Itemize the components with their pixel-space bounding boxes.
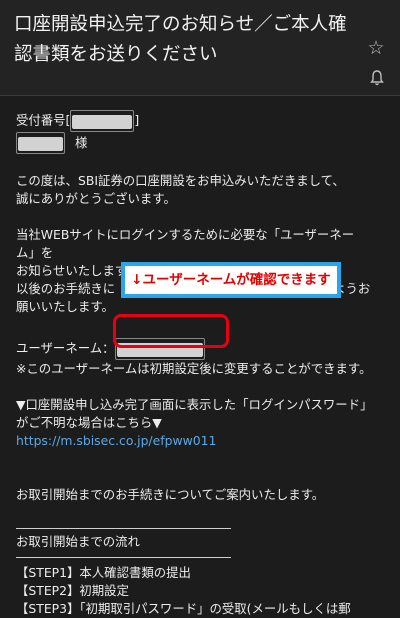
recipient-line: 様 xyxy=(16,132,386,154)
username-intro-line-1: 当社WEBサイトにログインするために必要な「ユーザーネー xyxy=(16,227,355,242)
step-2: 【STEP2】初期設定 xyxy=(16,583,129,598)
step-1: 【STEP1】本人確認書類の提出 xyxy=(16,565,191,580)
divider-bottom xyxy=(16,557,231,558)
username-intro-line-2: ム」を xyxy=(16,245,54,260)
password-line-2: がご不明な場合はこちら▼ xyxy=(16,415,162,430)
receipt-close: ] xyxy=(134,112,140,128)
guide-text: お取引開始までのお手続きについてご案内いたします。 xyxy=(16,487,325,502)
annotation-callout: ↓ユーザーネームが確認できます xyxy=(121,262,341,298)
flow-title: お取引開始までの流れ xyxy=(16,534,140,549)
email-subject: 口座開設申込完了のお知らせ／ご本人確認書類をお送りください xyxy=(14,14,347,65)
receipt-label: 受付番号[ xyxy=(16,112,71,128)
username-highlight-ring xyxy=(113,314,229,348)
bell-icon[interactable] xyxy=(370,70,384,86)
receipt-number-redacted xyxy=(70,110,135,132)
username-intro-line-4-start: 以後のお手続きに xyxy=(16,281,116,296)
password-help-link[interactable]: https://m.sbisec.co.jp/efpww011 xyxy=(16,432,386,450)
username-note: ※このユーザーネームは初期設定後に変更することができます。 xyxy=(16,361,372,376)
username-label: ユーザーネーム： xyxy=(16,340,115,356)
greeting-line-2: 誠にありがとうございます。 xyxy=(16,191,176,206)
recipient-name-redacted xyxy=(16,132,65,154)
greeting-line-1: この度は、SBI証券の口座開設をお申込みいただきまして、 xyxy=(16,173,345,188)
star-icon[interactable]: ☆ xyxy=(366,38,386,58)
email-header: 口座開設申込完了のお知らせ／ご本人確認書類をお送りください ☆ xyxy=(0,0,400,96)
receipt-number-line: 受付番号[] xyxy=(16,110,386,132)
password-line-1: ▼口座開設申し込み完了画面に表示した「ログインパスワード」 xyxy=(16,397,373,412)
step-3: 【STEP3】「初期取引パスワード」の受取(メールもしくは郵 xyxy=(16,601,351,616)
divider-top xyxy=(16,528,231,529)
email-body: 受付番号[] 様 この度は、SBI証券の口座開設をお申込みいただきまして、 誠に… xyxy=(16,110,386,618)
honorific: 様 xyxy=(74,134,88,150)
